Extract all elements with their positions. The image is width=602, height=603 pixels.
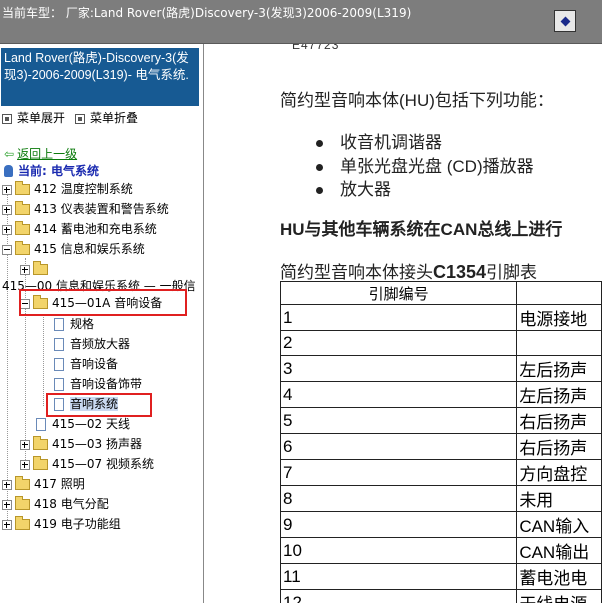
tree-item[interactable]: 419 电子功能组 bbox=[2, 516, 121, 532]
document-icon bbox=[54, 338, 64, 351]
column-header bbox=[516, 281, 602, 305]
collapse-icon bbox=[75, 113, 86, 124]
table-row: 7 方向盘控 bbox=[279, 459, 602, 486]
table-row: 12天线电源 bbox=[279, 589, 602, 603]
annotation-box bbox=[19, 289, 187, 316]
tree-item[interactable]: 418 电气分配 bbox=[2, 496, 109, 512]
folder-icon bbox=[15, 476, 30, 490]
table-row: 11 蓄电池电 bbox=[279, 563, 602, 590]
table-header-row: 引脚编号 bbox=[279, 281, 602, 305]
table-row: 1 电源接地 bbox=[279, 304, 602, 331]
tree-leaf[interactable]: 音响设备 bbox=[54, 356, 118, 372]
bullet-icon bbox=[316, 187, 323, 195]
table-row: 4 左后扬声 bbox=[279, 381, 602, 408]
folder-icon bbox=[15, 221, 30, 235]
list-item: 放大器 bbox=[316, 175, 391, 200]
document-view: E47723 简约型音响本体(HU)包括下列功能： 收音机调谐器 单张光盘光盘 … bbox=[204, 44, 602, 603]
column-header: 引脚编号 bbox=[279, 281, 518, 305]
table-title: 简约型音响本体接头C1354引脚表 bbox=[280, 262, 538, 282]
folder-icon bbox=[15, 201, 30, 215]
tree-leaf[interactable]: 415—02 天线 bbox=[36, 416, 130, 432]
tree-item[interactable]: 415 信息和娱乐系统 bbox=[2, 241, 145, 257]
back-link[interactable]: ⇦ 返回上一级 bbox=[4, 145, 77, 162]
document-icon bbox=[54, 358, 64, 371]
folder-open-icon bbox=[15, 241, 30, 255]
menu-collapse-button[interactable]: 菜单折叠 bbox=[75, 111, 138, 125]
folder-icon bbox=[15, 496, 30, 510]
list-item: 单张光盘光盘 (CD)播放器 bbox=[316, 152, 534, 177]
tree-leaf[interactable]: 音响设备饰带 bbox=[54, 376, 142, 392]
table-row: 10 CAN输出 bbox=[279, 537, 602, 564]
table-row: 8 未用 bbox=[279, 485, 602, 512]
back-arrow-icon: ⇦ bbox=[4, 147, 15, 161]
model-banner: Land Rover(路虎)-Discovery-3(发现3)-2006-200… bbox=[1, 48, 199, 106]
sidebar-tree-panel: Land Rover(路虎)-Discovery-3(发现3)-2006-200… bbox=[0, 44, 204, 603]
tree-leaf[interactable]: 规格 bbox=[54, 316, 94, 332]
document-icon bbox=[36, 418, 46, 431]
expand-toggle-icon[interactable] bbox=[20, 459, 30, 470]
bullet-icon bbox=[316, 164, 323, 172]
expand-toggle-icon[interactable] bbox=[2, 519, 12, 530]
pin-table: 引脚编号 1 电源接地 2 3 左后扬声 4 左后扬声 5 右后扬声 6 右后扬声 7 方向… bbox=[279, 281, 602, 603]
expand-toggle-icon[interactable] bbox=[2, 184, 12, 195]
expand-toggle-icon[interactable] bbox=[2, 204, 12, 215]
folder-icon bbox=[33, 436, 48, 450]
expand-icon bbox=[2, 113, 12, 124]
table-row: 6 右后扬声 bbox=[279, 433, 602, 460]
tree-item[interactable] bbox=[20, 261, 52, 277]
document-icon bbox=[54, 378, 64, 391]
current-model-title: 当前车型： 厂家:Land Rover(路虎)Discovery-3(发现3)2… bbox=[2, 6, 412, 20]
figure-code: E47723 bbox=[292, 44, 340, 52]
expand-toggle-icon[interactable] bbox=[2, 224, 12, 235]
folder-icon bbox=[33, 456, 48, 470]
table-row: 9 CAN输入 bbox=[279, 511, 602, 538]
folder-icon bbox=[33, 261, 48, 275]
collapse-toggle-icon[interactable] bbox=[2, 244, 12, 255]
table-row: 3 左后扬声 bbox=[279, 355, 602, 382]
document-icon bbox=[54, 318, 64, 331]
tree-item[interactable]: 417 照明 bbox=[2, 476, 85, 492]
diamond-nav-icon bbox=[560, 16, 570, 26]
expand-toggle-icon[interactable] bbox=[20, 439, 30, 450]
intro-text: 简约型音响本体(HU)包括下列功能： bbox=[280, 91, 554, 110]
folder-icon bbox=[15, 516, 30, 530]
list-item: 收音机调谐器 bbox=[316, 128, 442, 153]
current-category: 当前: 电气系统 bbox=[4, 162, 99, 179]
tree-item[interactable]: 415—03 扬声器 bbox=[20, 436, 142, 452]
tree-item[interactable]: 414 蓄电池和充电系统 bbox=[2, 221, 157, 237]
menu-controls: 菜单展开 菜单折叠 bbox=[2, 109, 138, 126]
can-text: HU与其他车辆系统在CAN总线上进行 bbox=[280, 220, 563, 239]
bullet-icon bbox=[316, 140, 323, 148]
tree-item[interactable]: 412 温度控制系统 bbox=[2, 181, 133, 197]
tree-item[interactable]: 415—07 视频系统 bbox=[20, 456, 154, 472]
expand-toggle-icon[interactable] bbox=[2, 499, 12, 510]
folder-icon bbox=[15, 181, 30, 195]
expand-toggle-icon[interactable] bbox=[2, 479, 12, 490]
location-icon bbox=[4, 165, 13, 177]
title-bar: 当前车型： 厂家:Land Rover(路虎)Discovery-3(发现3)2… bbox=[0, 0, 602, 44]
tree-item[interactable]: 413 仪表装置和警告系统 bbox=[2, 201, 169, 217]
expand-toggle-icon[interactable] bbox=[20, 264, 30, 275]
nav-button[interactable] bbox=[554, 10, 576, 32]
annotation-box bbox=[46, 393, 152, 417]
table-row: 5 右后扬声 bbox=[279, 407, 602, 434]
menu-expand-button[interactable]: 菜单展开 bbox=[2, 111, 65, 125]
tree-leaf[interactable]: 音频放大器 bbox=[54, 336, 130, 352]
table-row: 2 bbox=[279, 330, 602, 356]
